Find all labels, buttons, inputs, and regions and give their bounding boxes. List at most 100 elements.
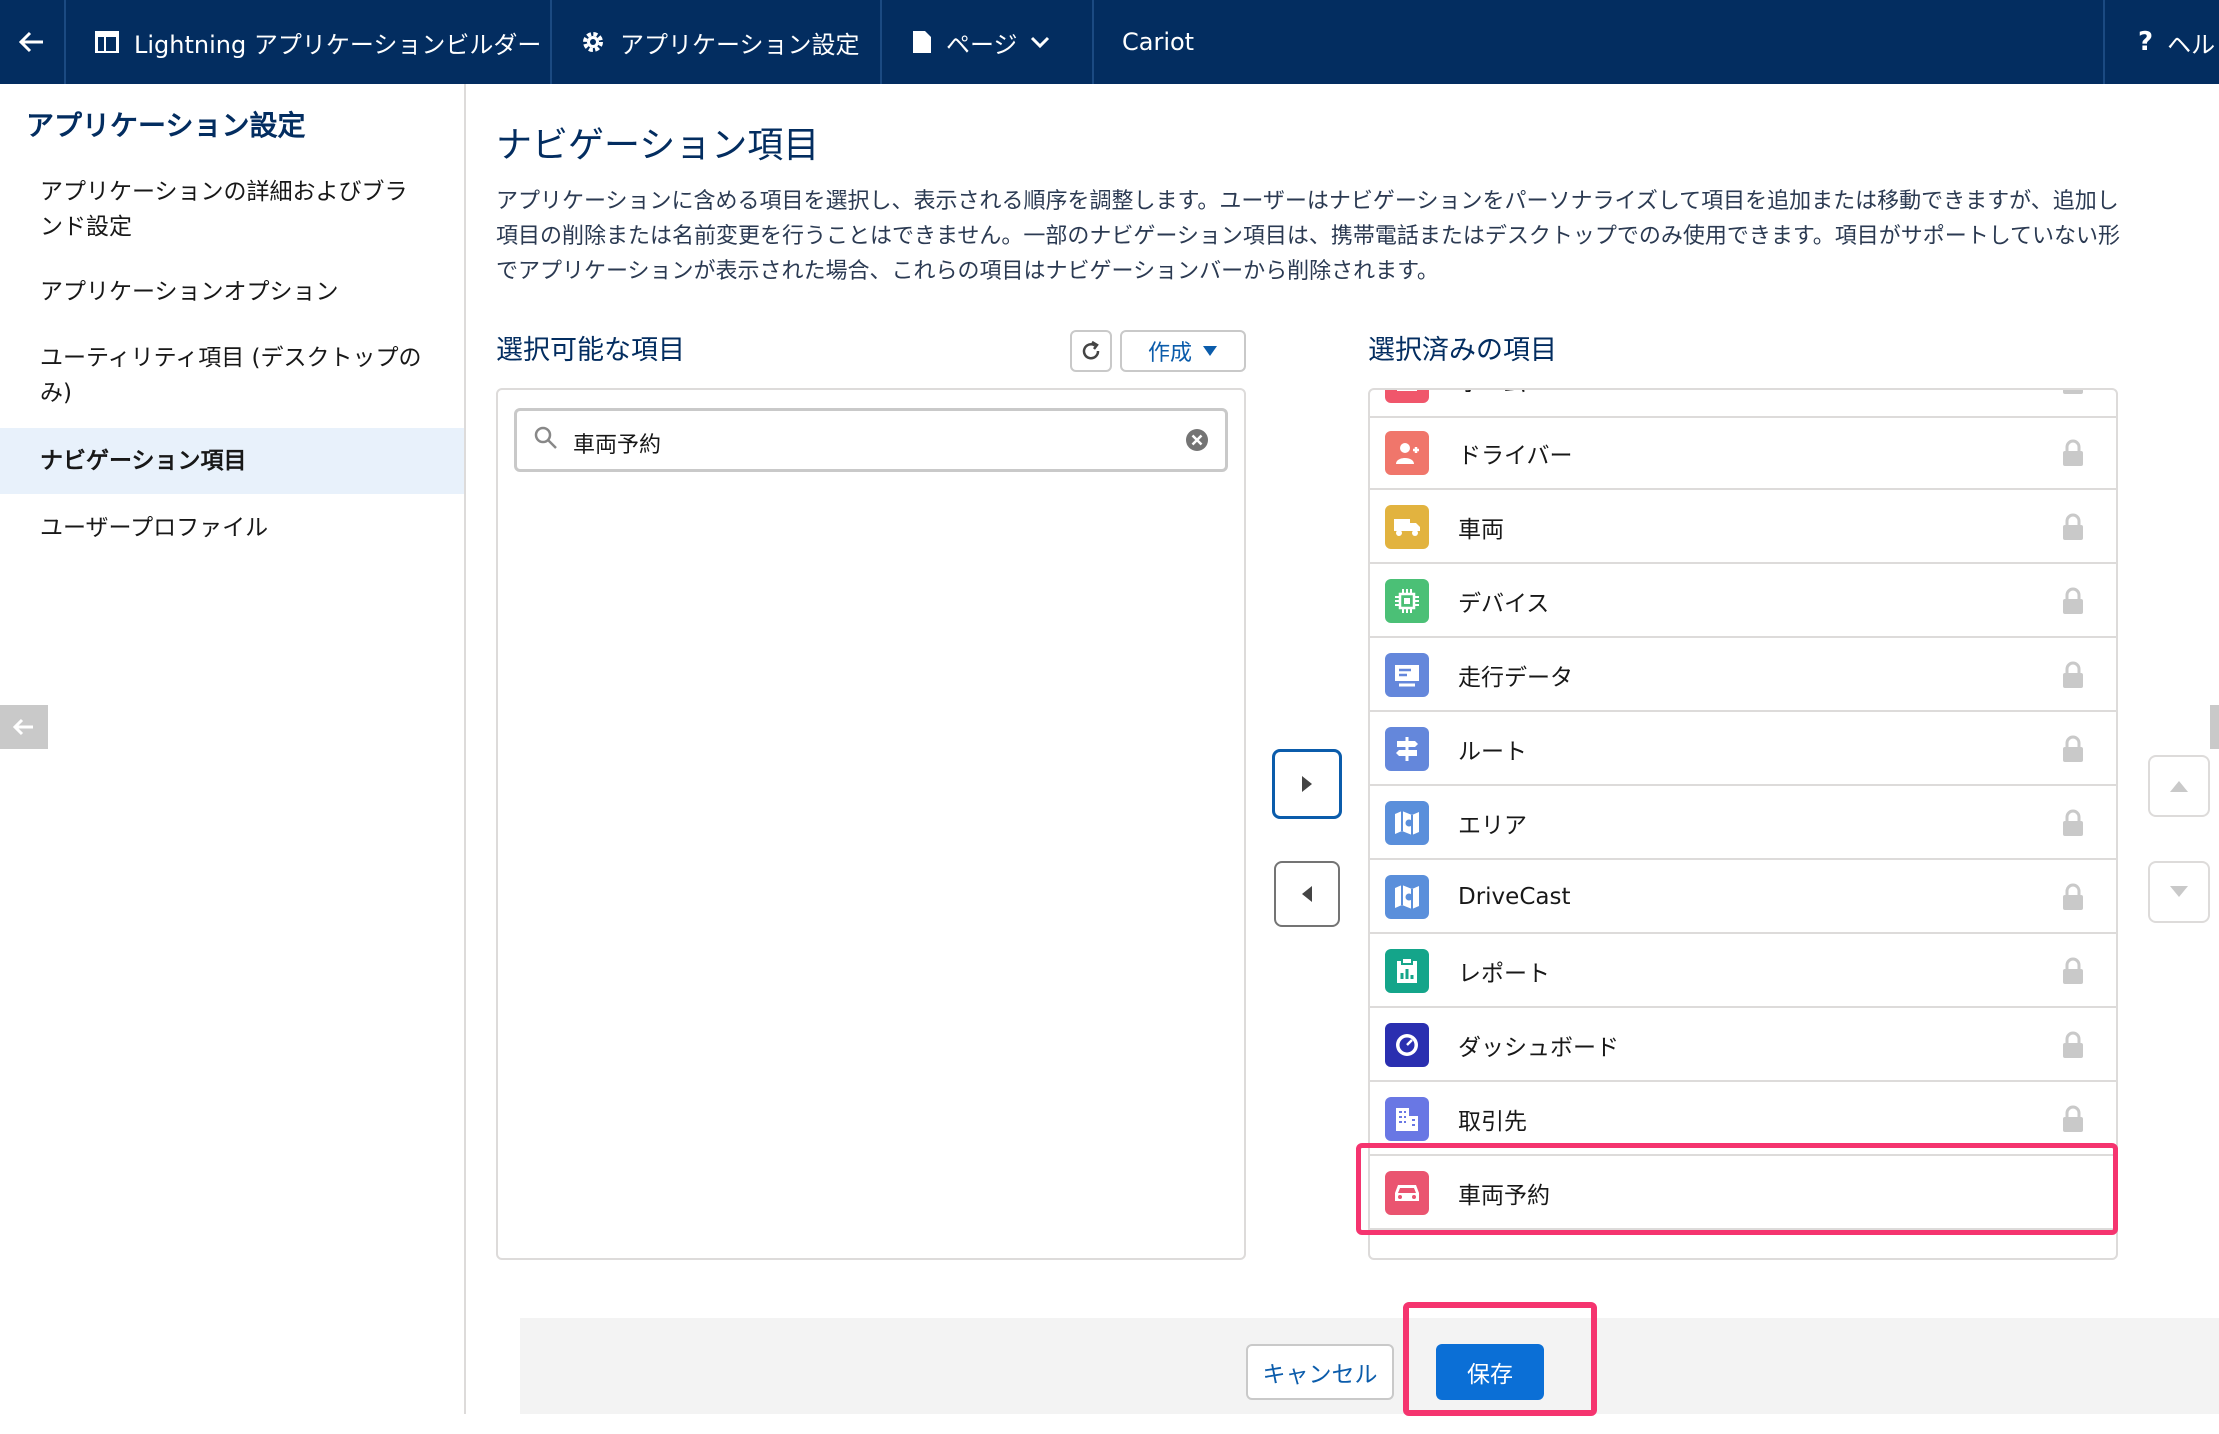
report-icon xyxy=(1385,949,1429,993)
builder-label: Lightning アプリケーションビルダー xyxy=(134,30,542,59)
cancel-label: キャンセル xyxy=(1262,1362,1378,1388)
sidebar-item-label: ユーティリティ項目 (デスクトップのみ) xyxy=(40,345,422,406)
lock-icon xyxy=(2063,439,2083,466)
person-icon xyxy=(1385,431,1429,475)
available-items-list[interactable]: 車両予約 xyxy=(496,388,1246,1260)
list-item[interactable]: デバイス xyxy=(1370,566,2116,638)
chip-icon xyxy=(1385,579,1429,623)
list-item[interactable]: ダッシュボード xyxy=(1370,1010,2116,1082)
map-icon xyxy=(1385,801,1429,845)
lock-icon xyxy=(2063,735,2083,762)
sidebar-item-app-options[interactable]: アプリケーションオプション xyxy=(0,268,464,316)
collapse-sidebar-button[interactable] xyxy=(0,705,48,749)
lock-icon xyxy=(2063,957,2083,984)
right-panel-tab[interactable] xyxy=(2210,705,2219,749)
move-down-button[interactable] xyxy=(2148,861,2210,923)
gear-icon xyxy=(580,29,606,55)
sidebar-item-label: アプリケーションの詳細およびブランド設定 xyxy=(40,179,408,240)
move-to-selected-button[interactable] xyxy=(1272,749,1342,819)
chevron-down-icon xyxy=(1030,36,1049,49)
building-icon xyxy=(1385,1097,1429,1141)
help-button[interactable]: ? ヘル xyxy=(2138,0,2215,84)
map-icon xyxy=(1385,875,1429,919)
sidebar-item-label: アプリケーションオプション xyxy=(40,278,339,305)
clear-icon[interactable] xyxy=(1185,428,1209,452)
lock-icon xyxy=(2063,809,2083,836)
car-icon xyxy=(1385,1171,1429,1215)
sidebar-item-navigation-items[interactable]: ナビゲーション項目 xyxy=(0,428,464,494)
arrow-left-icon xyxy=(19,31,43,53)
page-label: ページ xyxy=(946,30,1018,59)
move-up-button[interactable] xyxy=(2148,755,2210,817)
list-item-label: 車両 xyxy=(1458,517,1504,543)
sidebar-item-utility-items[interactable]: ユーティリティ項目 (デスクトップのみ) xyxy=(0,336,464,416)
dashboard-card-icon xyxy=(1385,653,1429,697)
list-item-vehicle-reservation[interactable]: 車両予約 xyxy=(1370,1158,2116,1230)
sidebar-item-label: ユーザープロファイル xyxy=(40,514,269,541)
page-menu-button[interactable]: ページ xyxy=(912,0,1050,84)
lock-icon xyxy=(2063,883,2083,910)
app-name: Cariot xyxy=(1122,28,1195,56)
settings-label: アプリケーション設定 xyxy=(620,30,860,59)
sidebar-item-details-branding[interactable]: アプリケーションの詳細およびブランド設定 xyxy=(0,170,464,250)
lightning-builder-button[interactable]: Lightning アプリケーションビルダー xyxy=(94,0,541,84)
caret-up-icon xyxy=(2170,781,2188,792)
list-item[interactable]: 取引先 xyxy=(1370,1084,2116,1156)
help-label: ヘル xyxy=(2167,30,2216,59)
move-to-available-button[interactable] xyxy=(1274,861,1340,927)
create-label: 作成 xyxy=(1147,341,1192,366)
caret-down-icon xyxy=(1203,346,1217,356)
refresh-icon xyxy=(1082,340,1100,360)
app-settings-button[interactable]: アプリケーション設定 xyxy=(580,0,860,84)
sidebar-item-user-profiles[interactable]: ユーザープロファイル xyxy=(0,504,464,552)
list-item-label: 車両予約 xyxy=(1458,1183,1550,1209)
page-description: アプリケーションに含める項目を選択し、表示される順序を調整します。ユーザーはナビ… xyxy=(496,189,2121,284)
lock-icon xyxy=(2063,587,2083,614)
page-title: ナビゲーション項目 xyxy=(496,125,820,166)
caret-down-icon xyxy=(2170,886,2188,897)
settings-sidebar: アプリケーション設定 アプリケーションの詳細およびブランド設定 アプリケーション… xyxy=(0,84,466,1414)
page-icon xyxy=(912,30,932,54)
help-icon: ? xyxy=(2138,27,2154,57)
list-item[interactable]: ホーム xyxy=(1370,390,2116,418)
cancel-button[interactable]: キャンセル xyxy=(1246,1344,1394,1400)
list-item[interactable]: 車両 xyxy=(1370,492,2116,564)
gauge-icon xyxy=(1385,1023,1429,1067)
search-icon xyxy=(534,426,557,449)
refresh-button[interactable] xyxy=(1070,330,1112,372)
search-input[interactable]: 車両予約 xyxy=(514,408,1228,472)
list-item[interactable]: レポート xyxy=(1370,936,2116,1008)
list-item[interactable]: エリア xyxy=(1370,788,2116,860)
caret-left-icon xyxy=(1302,886,1312,902)
selected-items-list[interactable]: ホーム ドライバー 車両 デバイス 走行データ ル xyxy=(1368,388,2118,1260)
top-bar: Lightning アプリケーションビルダー アプリケーション設定 ページ Ca… xyxy=(0,0,2219,84)
list-item-label: DriveCast xyxy=(1458,884,1571,910)
layout-icon xyxy=(94,30,120,54)
list-item[interactable]: 走行データ xyxy=(1370,640,2116,712)
list-item-label: レポート xyxy=(1458,961,1550,987)
list-item-label: ホーム xyxy=(1458,390,1526,398)
arrow-left-icon xyxy=(13,718,33,736)
available-items-label: 選択可能な項目 xyxy=(496,335,685,366)
save-button[interactable]: 保存 xyxy=(1436,1344,1544,1400)
home-icon xyxy=(1385,390,1429,403)
lock-icon xyxy=(2063,1105,2083,1132)
signpost-icon xyxy=(1385,727,1429,771)
lock-icon xyxy=(2063,1031,2083,1058)
lock-icon xyxy=(2063,661,2083,688)
back-button[interactable] xyxy=(0,0,64,84)
list-item-label: 取引先 xyxy=(1458,1109,1527,1135)
sidebar-title: アプリケーション設定 xyxy=(26,109,306,142)
create-button[interactable]: 作成 xyxy=(1120,330,1246,372)
truck-icon xyxy=(1385,505,1429,549)
sidebar-item-label: ナビゲーション項目 xyxy=(40,447,247,474)
list-item[interactable]: DriveCast xyxy=(1370,862,2116,934)
save-label: 保存 xyxy=(1467,1362,1513,1388)
list-item-label: エリア xyxy=(1458,813,1527,839)
selected-items-label: 選択済みの項目 xyxy=(1368,335,1557,366)
lock-icon xyxy=(2063,390,2083,394)
list-item[interactable]: ドライバー xyxy=(1370,418,2116,490)
search-value: 車両予約 xyxy=(573,433,662,458)
list-item[interactable]: ルート xyxy=(1370,714,2116,786)
lock-icon xyxy=(2063,513,2083,540)
